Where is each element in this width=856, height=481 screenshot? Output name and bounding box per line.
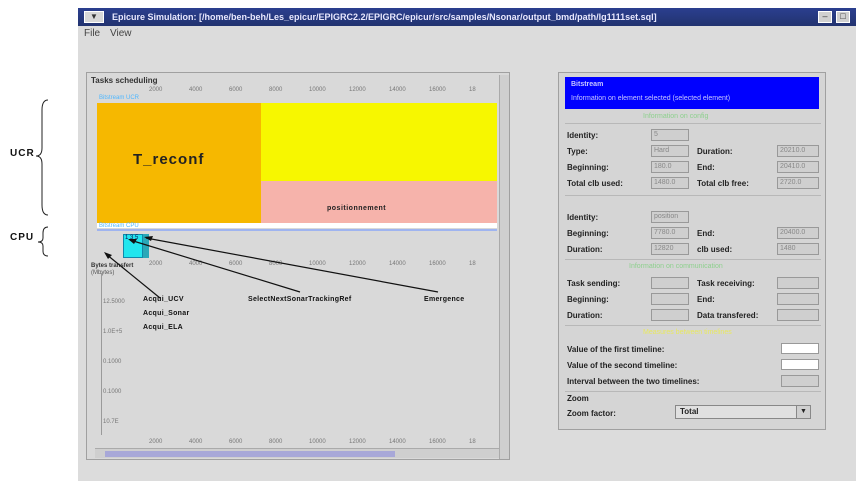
annotation-overlay — [35, 99, 439, 299]
ucr-brace-icon — [35, 99, 49, 216]
acqui-ela-label: Acqui_ELA — [143, 324, 184, 331]
arrow-acqui — [105, 253, 161, 299]
emergence-label: Emergence — [424, 296, 465, 303]
arrowhead-emergence-icon — [144, 236, 153, 241]
arrow-emergence — [145, 237, 439, 293]
acqui-sonar-label: Acqui_Sonar — [143, 310, 190, 317]
cpu-brace-icon — [37, 226, 49, 257]
acqui-ucv-label: Acqui_UCV — [143, 296, 184, 303]
select-next-label: SelectNextSonarTrackingRef — [248, 296, 352, 303]
arrow-select-next — [129, 239, 301, 293]
